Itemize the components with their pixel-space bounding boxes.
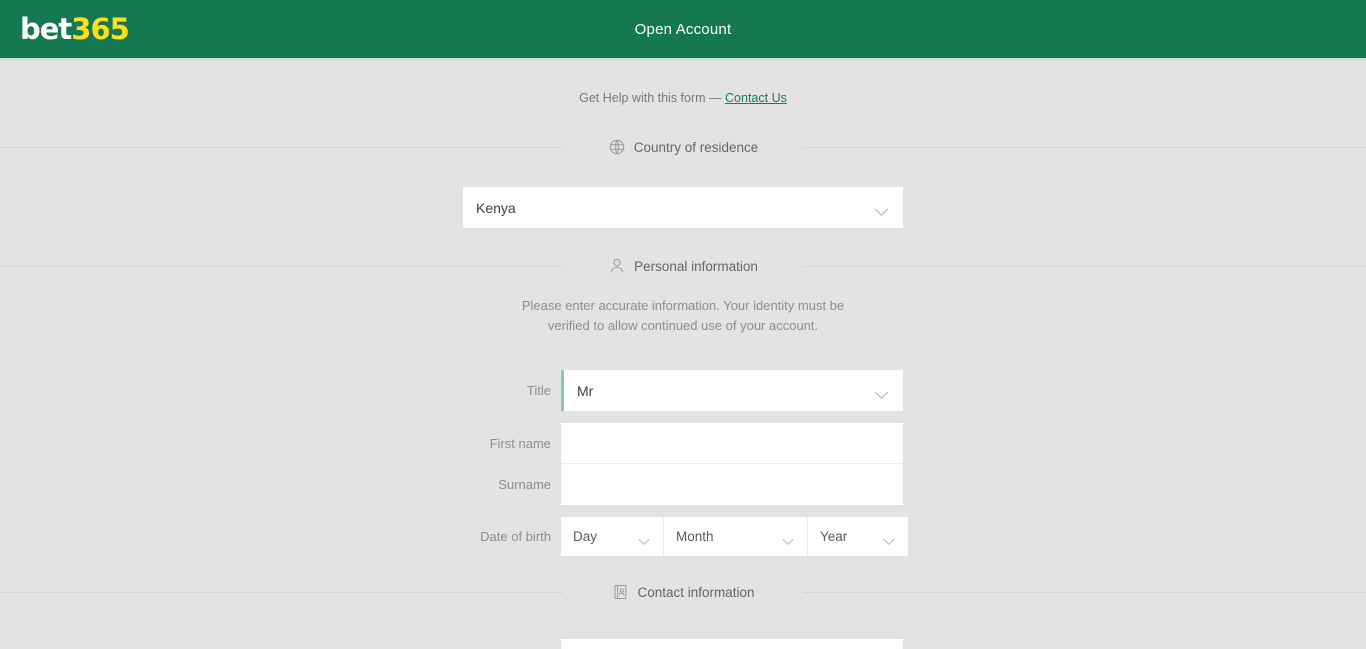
country-select-value: Kenya: [476, 199, 516, 216]
chevron-down-icon: [874, 203, 889, 216]
section-label-personal: Personal information: [634, 258, 758, 274]
logo-text-primary: bet: [20, 12, 72, 46]
section-header-contact: Contact information: [0, 578, 1366, 606]
chevron-down-icon: [637, 532, 652, 545]
help-bar: Get Help with this form — Contact Us: [0, 61, 1366, 127]
bet365-logo[interactable]: bet365: [20, 12, 130, 46]
label-surname: Surname: [498, 477, 551, 492]
help-text: Get Help with this form —: [579, 91, 722, 105]
chevron-down-icon: [882, 532, 897, 545]
accent-placeholder: [561, 639, 564, 649]
accent-placeholder: [561, 423, 564, 463]
field-row-date-of-birth: Date of birth Day Month Year: [463, 517, 908, 556]
person-icon: [608, 257, 626, 275]
contact-us-link[interactable]: Contact Us: [725, 91, 787, 105]
dob-day-value: Day: [573, 529, 598, 544]
address-book-icon: [611, 583, 629, 601]
logo-text-accent: 365: [71, 12, 130, 46]
dob-year-select[interactable]: Year: [807, 517, 908, 556]
contact-form: Email address Contact number +254: [463, 639, 903, 649]
country-form: Kenya: [463, 187, 903, 228]
country-select[interactable]: Kenya: [463, 187, 903, 228]
label-date-of-birth: Date of birth: [480, 529, 551, 544]
field-row-first-name: First name: [463, 423, 903, 464]
chevron-down-icon: [874, 386, 889, 399]
dob-day-select[interactable]: Day: [561, 517, 663, 556]
personal-intro-text: Please enter accurate information. Your …: [521, 298, 845, 333]
email-input[interactable]: [561, 639, 903, 649]
globe-icon: [608, 138, 626, 156]
section-label-contact: Contact information: [637, 584, 755, 600]
field-row-country: Kenya: [463, 187, 903, 228]
app-header: bet365 Open Account: [0, 0, 1366, 58]
field-row-title: Title Mr: [463, 370, 903, 411]
label-first-name: First name: [489, 436, 551, 451]
title-select[interactable]: Mr: [561, 370, 903, 411]
personal-form: Title Mr First name Surname Date of birt…: [463, 370, 908, 556]
page-title: Open Account: [634, 20, 732, 38]
section-header-country: Country of residence: [0, 133, 1366, 161]
field-row-email: Email address: [463, 639, 903, 649]
label-title: Title: [526, 383, 551, 398]
field-row-surname: Surname: [463, 464, 903, 505]
dob-month-select[interactable]: Month: [663, 517, 807, 556]
dob-year-value: Year: [820, 529, 848, 544]
accent-placeholder: [561, 464, 564, 505]
first-name-input[interactable]: [561, 423, 903, 464]
open-account-page: Get Help with this form — Contact Us Cou…: [0, 61, 1366, 649]
chevron-down-icon: [781, 532, 796, 545]
dob-month-value: Month: [676, 529, 714, 544]
label-email: Email address: [463, 639, 561, 649]
section-label-country: Country of residence: [633, 139, 759, 155]
surname-input[interactable]: [561, 464, 903, 505]
section-header-personal: Personal information: [0, 252, 1366, 280]
title-select-value: Mr: [577, 382, 594, 399]
